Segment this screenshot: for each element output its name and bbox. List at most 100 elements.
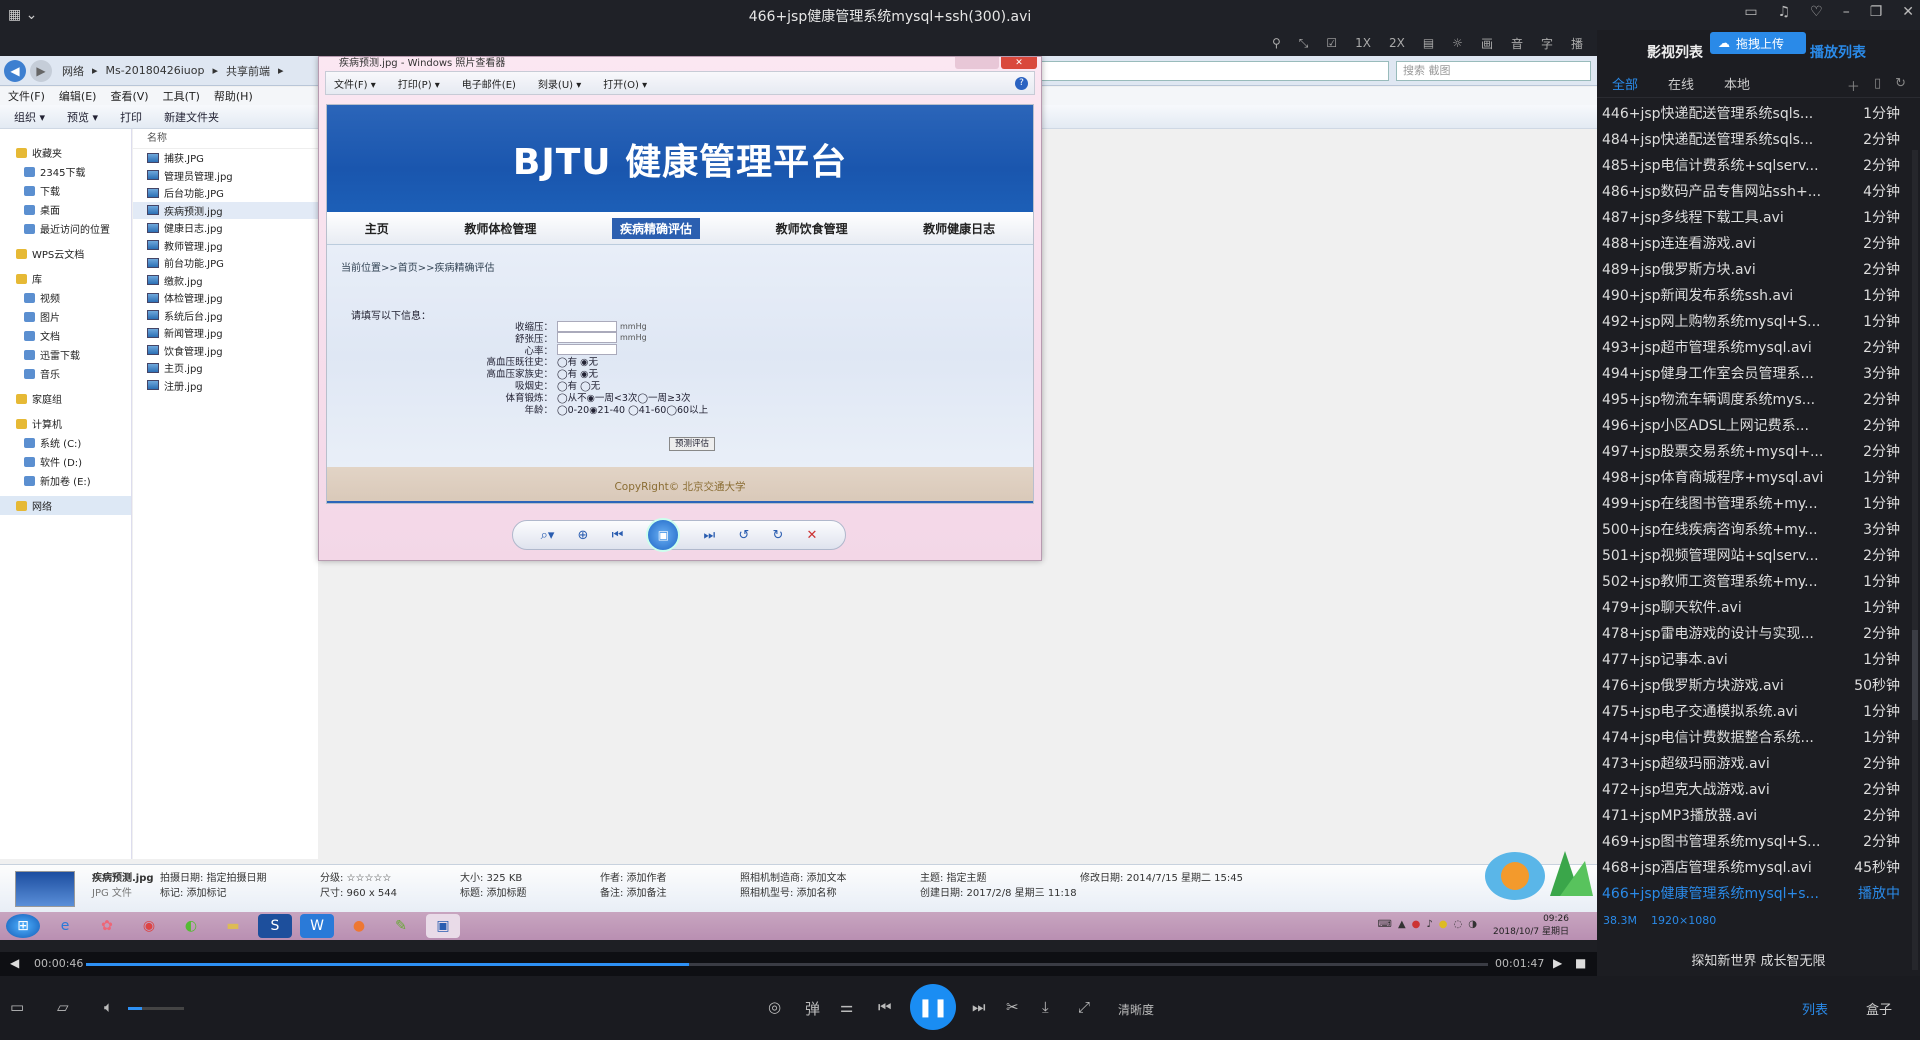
playlist-item[interactable]: 494+jsp健身工作室会员管理系... 3分钟 — [1597, 360, 1920, 386]
playlist-item[interactable]: 485+jsp电信计费系统+sqlserv... 2分钟 — [1597, 152, 1920, 178]
file-row[interactable]: 系统后台.jpg — [133, 307, 318, 325]
breadcrumb-2[interactable]: 共享前端 — [226, 63, 270, 79]
file-row[interactable]: 缴款.jpg — [133, 272, 318, 290]
menu-edit[interactable]: 编辑(E) — [59, 88, 97, 104]
viewer-menu-email[interactable]: 电子邮件(E) — [462, 76, 516, 91]
forward-arrow-icon[interactable]: ▶ — [30, 59, 52, 82]
pin-icon[interactable]: ⚲ — [1272, 36, 1281, 50]
playlist-item[interactable]: 466+jsp健康管理系统mysql+s... 播放中 — [1597, 880, 1920, 906]
detail-tags[interactable]: 标记: 添加标记 — [160, 886, 267, 901]
playlist-item[interactable]: 500+jsp在线疾病咨询系统+my... 3分钟 — [1597, 516, 1920, 542]
menu-view[interactable]: 查看(V) — [110, 88, 148, 104]
menu-tools[interactable]: 工具(T) — [163, 88, 200, 104]
file-row[interactable]: 教师管理.jpg — [133, 237, 318, 255]
box-tab[interactable]: 盒子 — [1866, 999, 1892, 1018]
file-row[interactable]: 疾病预测.jpg — [133, 201, 318, 219]
menu-file[interactable]: 文件(F) — [8, 88, 45, 104]
help-icon[interactable]: ? — [1015, 77, 1028, 90]
playlist-item[interactable]: 493+jsp超市管理系统mysql.avi 2分钟 — [1597, 334, 1920, 360]
file-row[interactable]: 捕获.JPG — [133, 149, 318, 167]
zoom-icon[interactable]: ⌕▾ — [541, 528, 555, 543]
playlist-item[interactable]: 446+jsp快递配送管理系统sqls... 1分钟 — [1597, 100, 1920, 126]
slideshow-icon[interactable]: ▣ — [646, 518, 681, 552]
3d-icon[interactable]: ◎ — [768, 998, 781, 1016]
start-button[interactable]: ⊞ — [6, 914, 40, 938]
playlist-item[interactable]: 474+jsp电信计费数据整合系统... 1分钟 — [1597, 724, 1920, 750]
file-icon[interactable]: ▯ — [1874, 76, 1881, 95]
playlist-item[interactable]: 477+jsp记事本.avi 1分钟 — [1597, 646, 1920, 672]
file-row[interactable]: 前台功能.JPG — [133, 254, 318, 272]
detail-comment[interactable]: 备注: 添加备注 — [600, 886, 667, 901]
sidebar-item[interactable]: 图片 — [0, 307, 131, 326]
fullscreen-icon[interactable]: ⤢ — [1078, 998, 1090, 1016]
file-row[interactable]: 健康日志.jpg — [133, 219, 318, 237]
playlist-item[interactable]: 468+jsp酒店管理系统mysql.avi 45秒钟 — [1597, 854, 1920, 880]
play-settings-button[interactable]: 播 — [1571, 35, 1583, 52]
breadcrumb[interactable]: 网络 ▸ Ms-20180426iuop ▸ 共享前端 ▸ — [62, 63, 284, 79]
sidebar-item[interactable]: 收藏夹 — [0, 143, 131, 162]
shrink-icon[interactable]: ⤡ — [1299, 36, 1309, 51]
bell-icon[interactable]: ♫ — [1778, 4, 1791, 20]
playlist-tab[interactable]: 播放列表 — [1810, 42, 1866, 62]
organize-button[interactable]: 组织 ▾ — [14, 109, 45, 125]
prev-icon[interactable]: ⏮ — [612, 528, 624, 543]
tab-online[interactable]: 在线 — [1668, 74, 1694, 93]
stop-icon[interactable]: ■ — [1575, 956, 1586, 970]
app-icon-1[interactable]: ✿ — [90, 914, 124, 938]
playlist-item[interactable]: 471+jspMP3播放器.avi 2分钟 — [1597, 802, 1920, 828]
file-row[interactable]: 注册.jpg — [133, 377, 318, 395]
viewer-close-button[interactable]: ✕ — [1001, 57, 1037, 69]
library-icon[interactable]: ▭ — [10, 998, 24, 1016]
sidebar-item[interactable]: 计算机 — [0, 414, 131, 433]
detail-model[interactable]: 照相机型号: 添加名称 — [740, 886, 847, 901]
tab-local[interactable]: 本地 — [1724, 74, 1750, 93]
folder-icon[interactable]: ▬ — [216, 914, 250, 938]
speed-1x-button[interactable]: 1X — [1355, 36, 1371, 50]
playlist-item[interactable]: 490+jsp新闻发布系统ssh.avi 1分钟 — [1597, 282, 1920, 308]
skin-icon[interactable]: ♡ — [1810, 4, 1823, 20]
volume-icon[interactable]: 🔈︎ — [104, 998, 113, 1016]
sidebar-item[interactable]: 家庭组 — [0, 389, 131, 408]
playlist-item[interactable]: 488+jsp连连看游戏.avi 2分钟 — [1597, 230, 1920, 256]
playlist-item[interactable]: 499+jsp在线图书管理系统+my... 1分钟 — [1597, 490, 1920, 516]
sidebar-item[interactable]: 软件 (D:) — [0, 452, 131, 471]
upload-button[interactable]: ☁ 拖拽上传 — [1710, 32, 1806, 54]
back-arrow-icon[interactable]: ◀ — [4, 59, 26, 82]
playlist-scrollbar[interactable] — [1912, 150, 1918, 970]
detail-author[interactable]: 作者: 添加作者 — [600, 871, 667, 886]
app-icon-2[interactable]: ◐ — [174, 914, 208, 938]
previous-icon[interactable]: ⏮ — [878, 998, 892, 1016]
actual-size-icon[interactable]: ⊕ — [578, 528, 589, 543]
add-icon[interactable]: ＋ — [1847, 76, 1860, 95]
rotate-left-icon[interactable]: ↺ — [738, 528, 749, 543]
sidebar-item[interactable]: 桌面 — [0, 200, 131, 219]
print-button[interactable]: 打印 — [120, 109, 142, 125]
playlist-item[interactable]: 476+jsp俄罗斯方块游戏.avi 50秒钟 — [1597, 672, 1920, 698]
breadcrumb-0[interactable]: 网络 — [62, 63, 84, 79]
restore-button[interactable]: ❐ — [1870, 4, 1883, 20]
playlist-title[interactable]: 影视列表 — [1647, 42, 1703, 62]
refresh-icon[interactable]: ↻ — [1895, 76, 1906, 95]
detail-title[interactable]: 标题: 添加标题 — [460, 886, 527, 901]
column-header-name[interactable]: 名称 — [133, 129, 318, 149]
playlist-item[interactable]: 475+jsp电子交通模拟系统.avi 1分钟 — [1597, 698, 1920, 724]
file-row[interactable]: 饮食管理.jpg — [133, 342, 318, 360]
desktop-pet[interactable] — [1455, 836, 1595, 906]
breadcrumb-1[interactable]: Ms-20180426iuop — [106, 64, 205, 77]
list-tab[interactable]: 列表 — [1802, 999, 1828, 1018]
forward-icon[interactable]: ▶ — [1553, 956, 1562, 970]
sidebar-item[interactable]: WPS云文档 — [0, 244, 131, 263]
viewer-menu-open[interactable]: 打开(O) ▾ — [603, 76, 647, 91]
speed-2x-button[interactable]: 2X — [1389, 36, 1405, 50]
sidebar-item[interactable]: 库 — [0, 269, 131, 288]
explorer-search-input[interactable]: 搜索 截图 — [1396, 61, 1591, 81]
playlist-item[interactable]: 469+jsp图书管理系统mysql+S... 2分钟 — [1597, 828, 1920, 854]
playlist-item[interactable]: 487+jsp多线程下载工具.avi 1分钟 — [1597, 204, 1920, 230]
playlist-item[interactable]: 502+jsp教师工资管理系统+my... 1分钟 — [1597, 568, 1920, 594]
playlist-item[interactable]: 496+jsp小区ADSL上网记费系... 2分钟 — [1597, 412, 1920, 438]
sidebar-item[interactable]: 2345下载 — [0, 162, 131, 181]
quality-button[interactable]: 清晰度 — [1118, 1001, 1154, 1018]
chrome-icon[interactable]: ◉ — [132, 914, 166, 938]
playlist-item[interactable]: 501+jsp视频管理网站+sqlserv... 2分钟 — [1597, 542, 1920, 568]
danmaku-icon[interactable]: 弹 — [805, 998, 820, 1019]
